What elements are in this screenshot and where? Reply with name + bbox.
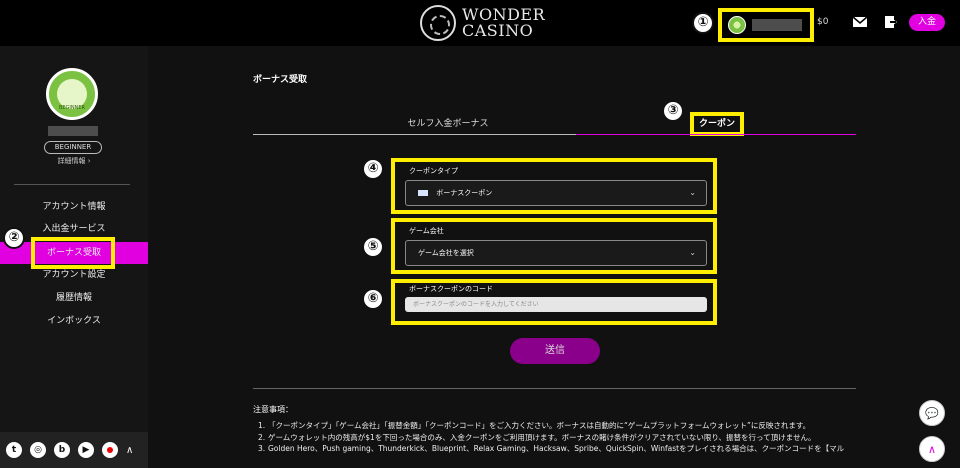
user-avatar <box>728 16 746 34</box>
chevron-right-icon: › <box>87 157 91 165</box>
main-content: ボーナス受取 セルフ入金ボーナス クーポン ③ ④ クーポンタイプ ボーナスクー… <box>148 46 960 468</box>
instagram-icon[interactable]: ◎ <box>30 442 46 458</box>
note-item: 1. 「クーポンタイプ」「ゲーム会社」「振替金額」「クーポンコード」をご入力くだ… <box>258 420 858 432</box>
wonder-casino-logo[interactable]: WONDER CASINO <box>420 5 545 41</box>
game-company-select[interactable]: ゲーム会社を選択 ⌄ <box>405 240 707 266</box>
note-item: 2. ゲームウォレット内の残高が$1を下回った場合のみ、入金クーポンをご利用頂け… <box>258 432 858 444</box>
deposit-button[interactable]: 入金 <box>909 14 945 31</box>
note-item: 3. Golden Hero、Push gaming、Thunderkick、B… <box>258 443 858 455</box>
annotation-marker-2: ② <box>3 227 25 249</box>
page-title: ボーナス受取 <box>253 75 308 85</box>
chat-icon[interactable]: 💬 <box>919 400 945 426</box>
logo-text-block: WONDER CASINO <box>462 7 545 39</box>
coupon-type-label: クーポンタイプ <box>409 167 458 175</box>
coupon-type-select[interactable]: ボーナスクーポン ⌄ <box>405 180 707 206</box>
social-links-bar: t ◎ b ▶ ∧ <box>0 432 148 468</box>
rank-badge-icon: BEGINNER <box>46 68 98 120</box>
coupon-type-field: クーポンタイプ ボーナスクーポン ⌄ <box>391 158 717 214</box>
annotation-marker-6: ⑥ <box>362 288 384 310</box>
coupon-code-field: ボーナスクーポンのコード ボーナスクーポンのコードを入力してください <box>391 279 717 325</box>
badge-label: BEGINNER <box>58 105 86 111</box>
coupon-code-label: ボーナスクーポンのコード <box>409 285 493 293</box>
user-name-redacted <box>752 19 802 31</box>
sidebar-divider <box>14 184 130 185</box>
logo-line-2: CASINO <box>462 21 534 40</box>
annotation-marker-3: ③ <box>662 100 684 122</box>
balance-amount: $0 <box>817 17 829 27</box>
notes-title: 注意事項： <box>253 405 293 414</box>
note-text: 「クーポンタイプ」「ゲーム会社」「振替金額」「クーポンコード」をご入力ください。… <box>268 421 811 430</box>
record-icon[interactable] <box>102 442 118 458</box>
note-number: 1. <box>258 421 266 430</box>
tab-coupon[interactable]: クーポン <box>690 112 744 136</box>
coupon-code-input[interactable]: ボーナスクーポンのコードを入力してください <box>405 297 707 312</box>
note-number: 2. <box>258 432 266 442</box>
game-company-value: ゲーム会社を選択 <box>418 249 474 257</box>
chevron-up-icon[interactable]: ∧ <box>126 445 133 456</box>
twitter-icon[interactable]: t <box>6 442 22 458</box>
account-sidebar: BEGINNER BEGINNER 詳細情報 › アカウント情報 入出金サービス… <box>0 46 148 468</box>
notes-list: 1. 「クーポンタイプ」「ゲーム会社」「振替金額」「クーポンコード」をご入力くだ… <box>258 420 858 455</box>
game-company-field: ゲーム会社 ゲーム会社を選択 ⌄ <box>391 218 717 274</box>
chevron-down-icon: ⌄ <box>689 248 696 257</box>
coupon-flag-icon <box>418 190 428 196</box>
sidebar-item-account-settings[interactable]: アカウント設定 <box>0 264 148 286</box>
details-link[interactable]: 詳細情報 › <box>50 156 98 166</box>
mail-icon[interactable] <box>852 14 868 30</box>
sidebar-item-account-info[interactable]: アカウント情報 <box>0 196 148 218</box>
sidebar-item-history[interactable]: 履歴情報 <box>0 287 148 309</box>
tab-underline-active <box>576 134 856 135</box>
scroll-top-chevron-up-icon[interactable]: ∧ <box>919 436 945 462</box>
sidebar-item-inbox[interactable]: インボックス <box>0 310 148 332</box>
annotation-marker-5: ⑤ <box>362 236 384 258</box>
section-divider <box>253 388 856 389</box>
tab-self-deposit-bonus[interactable]: セルフ入金ボーナス <box>308 116 588 129</box>
note-number: 3. <box>258 444 266 453</box>
coupon-type-value: ボーナスクーポン <box>436 189 493 197</box>
youtube-icon[interactable]: ▶ <box>78 442 94 458</box>
blog-icon[interactable]: b <box>54 442 70 458</box>
submit-button[interactable]: 送信 <box>510 338 600 364</box>
details-link-label: 詳細情報 <box>57 157 86 165</box>
note-text: Golden Hero、Push gaming、Thunderkick、Blue… <box>268 444 845 453</box>
chevron-down-icon: ⌄ <box>689 188 696 197</box>
user-account-widget[interactable] <box>718 8 814 42</box>
tab-underline-inactive <box>253 134 576 135</box>
top-header: WONDER CASINO ① $0 入金 <box>0 0 960 46</box>
logo-emblem-icon <box>420 5 456 41</box>
annotation-marker-4: ④ <box>362 158 384 180</box>
sidebar-user-name-redacted <box>48 126 98 136</box>
game-company-label: ゲーム会社 <box>409 227 444 235</box>
note-text: ゲームウォレット内の残高が$1を下回った場合のみ、入金クーポンをご利用頂けます。… <box>268 432 816 442</box>
logout-icon[interactable] <box>884 14 900 30</box>
rank-pill: BEGINNER <box>44 141 102 154</box>
annotation-marker-1: ① <box>692 12 714 34</box>
